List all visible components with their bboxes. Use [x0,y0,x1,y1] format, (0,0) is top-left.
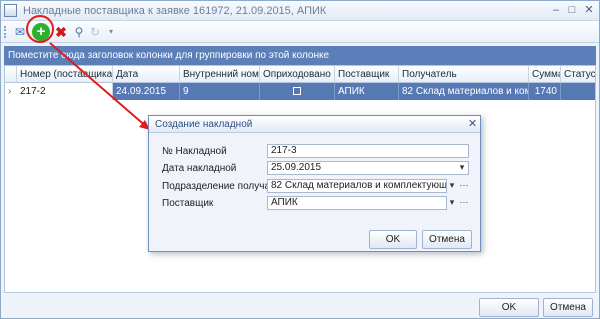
maximize-button[interactable]: □ [565,4,579,17]
supplier-dropdown-icon[interactable]: ▾ [447,196,457,210]
dialog-close-icon[interactable]: ✕ [467,118,478,130]
cell-status[interactable] [561,83,595,100]
invoice-date-label: Дата накладной [162,163,237,174]
window-title: Накладные поставщика к заявке 161972, 21… [23,5,327,17]
supplier-field[interactable]: АПИК [267,196,447,210]
column-header-number[interactable]: Номер (поставщика) [17,66,113,83]
column-header-status[interactable]: Статус [561,66,595,83]
invoice-number-field[interactable]: 217-3 [267,144,469,158]
invoice-date-field[interactable]: 25.09.2015 [267,161,469,175]
minimize-button[interactable]: – [549,4,563,17]
supplier-ellipsis-button[interactable]: ··· [457,196,471,210]
cell-internal-number[interactable]: 9 [180,83,260,100]
dialog-title: Создание накладной [155,119,253,130]
supplier-label: Поставщик [162,198,214,209]
posted-checkbox[interactable] [293,87,301,95]
department-ellipsis-button[interactable]: ··· [457,179,471,193]
row-indicator: › [5,83,17,100]
magnifier-icon[interactable]: ⚲ [71,24,87,40]
create-invoice-dialog: Создание накладной ✕ № Накладной 217-3 Д… [148,115,481,252]
cell-supplier[interactable]: АПИК [335,83,399,100]
close-button[interactable]: ✕ [582,4,596,17]
invoice-number-label: № Накладной [162,146,227,157]
date-dropdown-icon[interactable]: ▾ [457,161,467,175]
column-header-supplier[interactable]: Поставщик [335,66,399,83]
cell-sum[interactable]: 1740 [529,83,561,100]
column-header-date[interactable]: Дата [113,66,180,83]
cell-date[interactable]: 24.09.2015 [113,83,180,100]
cancel-button[interactable]: Отмена [543,298,593,317]
dialog-ok-button[interactable]: OK [369,230,417,249]
group-by-panel[interactable]: Поместите сюда заголовок колонки для гру… [4,46,596,65]
dialog-title-bar: Создание накладной ✕ [149,116,480,133]
table-row[interactable]: › 217-2 24.09.2015 9 АПИК 82 Склад матер… [5,83,595,100]
ok-button[interactable]: OK [479,298,539,317]
column-header-recipient[interactable]: Получатель [399,66,529,83]
refresh-icon[interactable]: ↻ [87,24,103,40]
column-header-posted[interactable]: Оприходовано [260,66,335,83]
chevron-down-icon[interactable]: ▾ [103,24,119,40]
department-field[interactable]: 82 Склад материалов и комплектующих [267,179,447,193]
cell-number[interactable]: 217-2 [17,83,113,100]
cell-recipient[interactable]: 82 Склад материалов и комплек... [399,83,529,100]
column-header-sum[interactable]: Сумма [529,66,561,83]
add-button-highlight [26,15,54,43]
grid-header: Номер (поставщика) Дата Внутренний номер… [5,66,595,83]
department-dropdown-icon[interactable]: ▾ [447,179,457,193]
dialog-cancel-button[interactable]: Отмена [422,230,472,249]
app-icon [4,4,17,17]
toolbar: ✉ + ✖ ⚲ ↻ ▾ [1,21,599,43]
delete-x-icon[interactable]: ✖ [53,24,69,40]
toolbar-grip[interactable] [4,26,7,38]
column-header-internal-number[interactable]: Внутренний номер [180,66,260,83]
title-bar: Накладные поставщика к заявке 161972, 21… [1,1,599,21]
header-indicator-cell [5,66,17,83]
cell-posted[interactable] [260,83,335,100]
